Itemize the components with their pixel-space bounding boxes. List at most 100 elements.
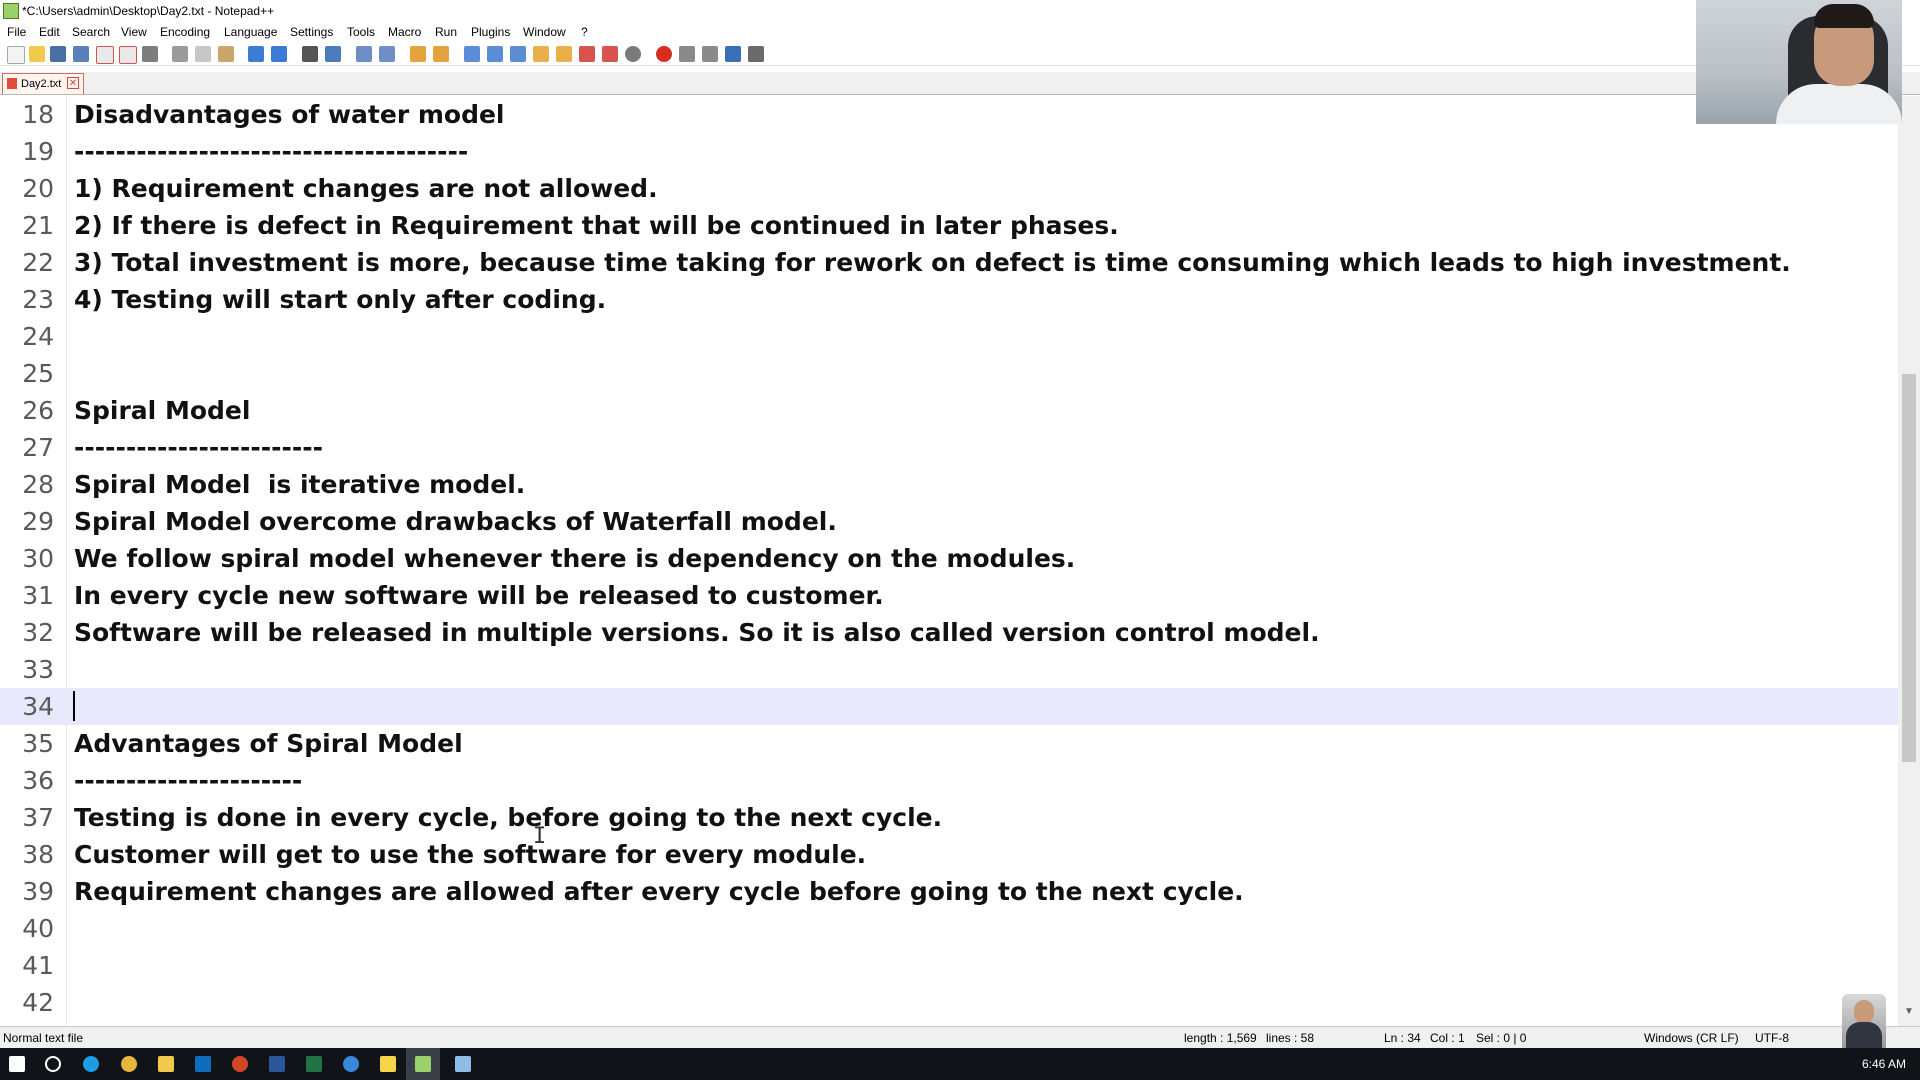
editor-line[interactable]: 42 <box>0 984 1898 1021</box>
record-macro-icon[interactable] <box>656 46 672 62</box>
line-text[interactable]: ------------------------ <box>74 433 323 462</box>
editor-line[interactable]: 25 <box>0 355 1898 392</box>
close-all-icon[interactable] <box>119 46 137 64</box>
editor-line[interactable]: 22 3) Total investment is more, because t… <box>0 244 1898 281</box>
tab-day2[interactable]: Day2.txt ✕ <box>2 73 84 94</box>
paste-icon[interactable] <box>218 46 234 62</box>
menu-macro[interactable]: Macro <box>388 25 421 39</box>
line-text[interactable]: 1) Requirement changes are not allowed. <box>74 174 658 203</box>
editor-line[interactable]: 19 -------------------------------------- <box>0 133 1898 170</box>
cut-icon[interactable] <box>172 46 188 62</box>
menu-run[interactable]: Run <box>435 25 457 39</box>
show-all-chars-icon[interactable] <box>487 46 503 62</box>
edge-icon[interactable] <box>83 1056 99 1072</box>
outlook-icon[interactable] <box>195 1056 211 1072</box>
print-icon[interactable] <box>142 46 158 62</box>
line-text[interactable]: In every cycle new software will be rele… <box>74 581 884 610</box>
editor-line[interactable]: 35 Advantages of Spiral Model <box>0 725 1898 762</box>
play-macro-icon[interactable] <box>702 46 718 62</box>
undo-icon[interactable] <box>248 46 264 62</box>
line-text[interactable]: Disadvantages of water model <box>74 100 505 129</box>
menu-language[interactable]: Language <box>224 25 277 39</box>
copy-icon[interactable] <box>195 46 211 62</box>
editor-line[interactable]: 38 Customer will get to use the software … <box>0 836 1898 873</box>
run-multiple-icon[interactable] <box>725 46 741 62</box>
line-text[interactable]: 2) If there is defect in Requirement tha… <box>74 211 1119 240</box>
sync-vertical-icon[interactable] <box>410 46 426 62</box>
line-text[interactable]: We follow spiral model whenever there is… <box>74 544 1075 573</box>
line-text[interactable]: -------------------------------------- <box>74 137 468 166</box>
editor-line[interactable]: 24 <box>0 318 1898 355</box>
editor-line[interactable]: 37 Testing is done in every cycle, before… <box>0 799 1898 836</box>
close-icon[interactable] <box>96 46 114 64</box>
menu-search[interactable]: Search <box>72 25 110 39</box>
editor-line[interactable]: 33 <box>0 651 1898 688</box>
notepad-icon[interactable] <box>455 1056 471 1072</box>
stop-record-icon[interactable] <box>679 46 695 62</box>
search-icon[interactable] <box>45 1056 61 1072</box>
menu-edit[interactable]: Edit <box>39 25 60 39</box>
menu-settings[interactable]: Settings <box>290 25 333 39</box>
line-text[interactable]: 4) Testing will start only after coding. <box>74 285 606 314</box>
line-text[interactable]: Requirement changes are allowed after ev… <box>74 877 1244 906</box>
preview-icon[interactable] <box>625 46 641 62</box>
close-tab-icon[interactable]: ✕ <box>67 77 79 89</box>
editor-line[interactable]: 30 We follow spiral model whenever there … <box>0 540 1898 577</box>
word-wrap-icon[interactable] <box>464 46 480 62</box>
line-text[interactable]: Software will be released in multiple ve… <box>74 618 1320 647</box>
menu-encoding[interactable]: Encoding <box>160 25 210 39</box>
doc-map-icon[interactable] <box>533 46 549 62</box>
redo-icon[interactable] <box>271 46 287 62</box>
scrollbar-thumb[interactable] <box>1902 374 1916 762</box>
windows-start-icon[interactable] <box>9 1056 25 1072</box>
folder-workspace-icon[interactable] <box>579 46 595 62</box>
editor-line[interactable]: 41 <box>0 947 1898 984</box>
menu-view[interactable]: View <box>121 25 147 39</box>
editor-line[interactable]: 21 2) If there is defect in Requirement t… <box>0 207 1898 244</box>
line-text[interactable]: Spiral Model <box>74 396 250 425</box>
line-text[interactable]: Testing is done in every cycle, before g… <box>74 803 942 832</box>
open-file-icon[interactable] <box>29 46 45 62</box>
word-icon[interactable] <box>269 1056 285 1072</box>
find-icon[interactable] <box>302 46 318 62</box>
line-text[interactable]: ---------------------- <box>74 766 302 795</box>
menu-window[interactable]: Window <box>523 25 566 39</box>
editor-line[interactable]: 18 Disadvantages of water model <box>0 96 1898 133</box>
function-list-icon[interactable] <box>556 46 572 62</box>
editor-line[interactable]: 28 Spiral Model is iterative model. <box>0 466 1898 503</box>
excel-icon[interactable] <box>306 1056 322 1072</box>
powerpoint-icon[interactable] <box>232 1056 248 1072</box>
notepadpp-icon[interactable] <box>415 1056 431 1072</box>
save-icon[interactable] <box>50 46 66 62</box>
file-explorer-icon[interactable] <box>158 1056 174 1072</box>
webcam-app-icon[interactable] <box>343 1056 359 1072</box>
editor-line[interactable]: 31 In every cycle new software will be re… <box>0 577 1898 614</box>
editor[interactable]: 18 Disadvantages of water model 19 --------… <box>0 96 1898 1026</box>
menu-file[interactable]: File <box>7 25 26 39</box>
indent-guide-icon[interactable] <box>510 46 526 62</box>
editor-line[interactable]: 34 <box>0 688 1898 725</box>
editor-line[interactable]: 39 Requirement changes are allowed after … <box>0 873 1898 910</box>
line-text[interactable]: Spiral Model overcome drawbacks of Water… <box>74 507 837 536</box>
save-all-icon[interactable] <box>73 46 89 62</box>
editor-line[interactable]: 27 ------------------------ <box>0 429 1898 466</box>
replace-icon[interactable] <box>325 46 341 62</box>
editor-line[interactable]: 26 Spiral Model <box>0 392 1898 429</box>
line-text[interactable]: Customer will get to use the software fo… <box>74 840 866 869</box>
menu-help[interactable]: ? <box>581 25 588 39</box>
new-file-icon[interactable] <box>7 46 25 64</box>
chrome-icon[interactable] <box>121 1056 137 1072</box>
line-text[interactable]: Spiral Model is iterative model. <box>74 470 525 499</box>
scroll-down-icon[interactable]: ▼ <box>1902 1006 1916 1020</box>
editor-line[interactable]: 23 4) Testing will start only after codin… <box>0 281 1898 318</box>
zoom-in-icon[interactable] <box>356 46 372 62</box>
sticky-notes-icon[interactable] <box>380 1056 396 1072</box>
line-text[interactable]: Advantages of Spiral Model <box>74 729 463 758</box>
editor-line[interactable]: 40 <box>0 910 1898 947</box>
menu-plugins[interactable]: Plugins <box>471 25 510 39</box>
editor-line[interactable]: 32 Software will be released in multiple … <box>0 614 1898 651</box>
editor-line[interactable]: 36 ---------------------- <box>0 762 1898 799</box>
editor-line[interactable]: 20 1) Requirement changes are not allowed… <box>0 170 1898 207</box>
line-text[interactable]: 3) Total investment is more, because tim… <box>74 248 1791 277</box>
editor-line[interactable]: 29 Spiral Model overcome drawbacks of Wat… <box>0 503 1898 540</box>
